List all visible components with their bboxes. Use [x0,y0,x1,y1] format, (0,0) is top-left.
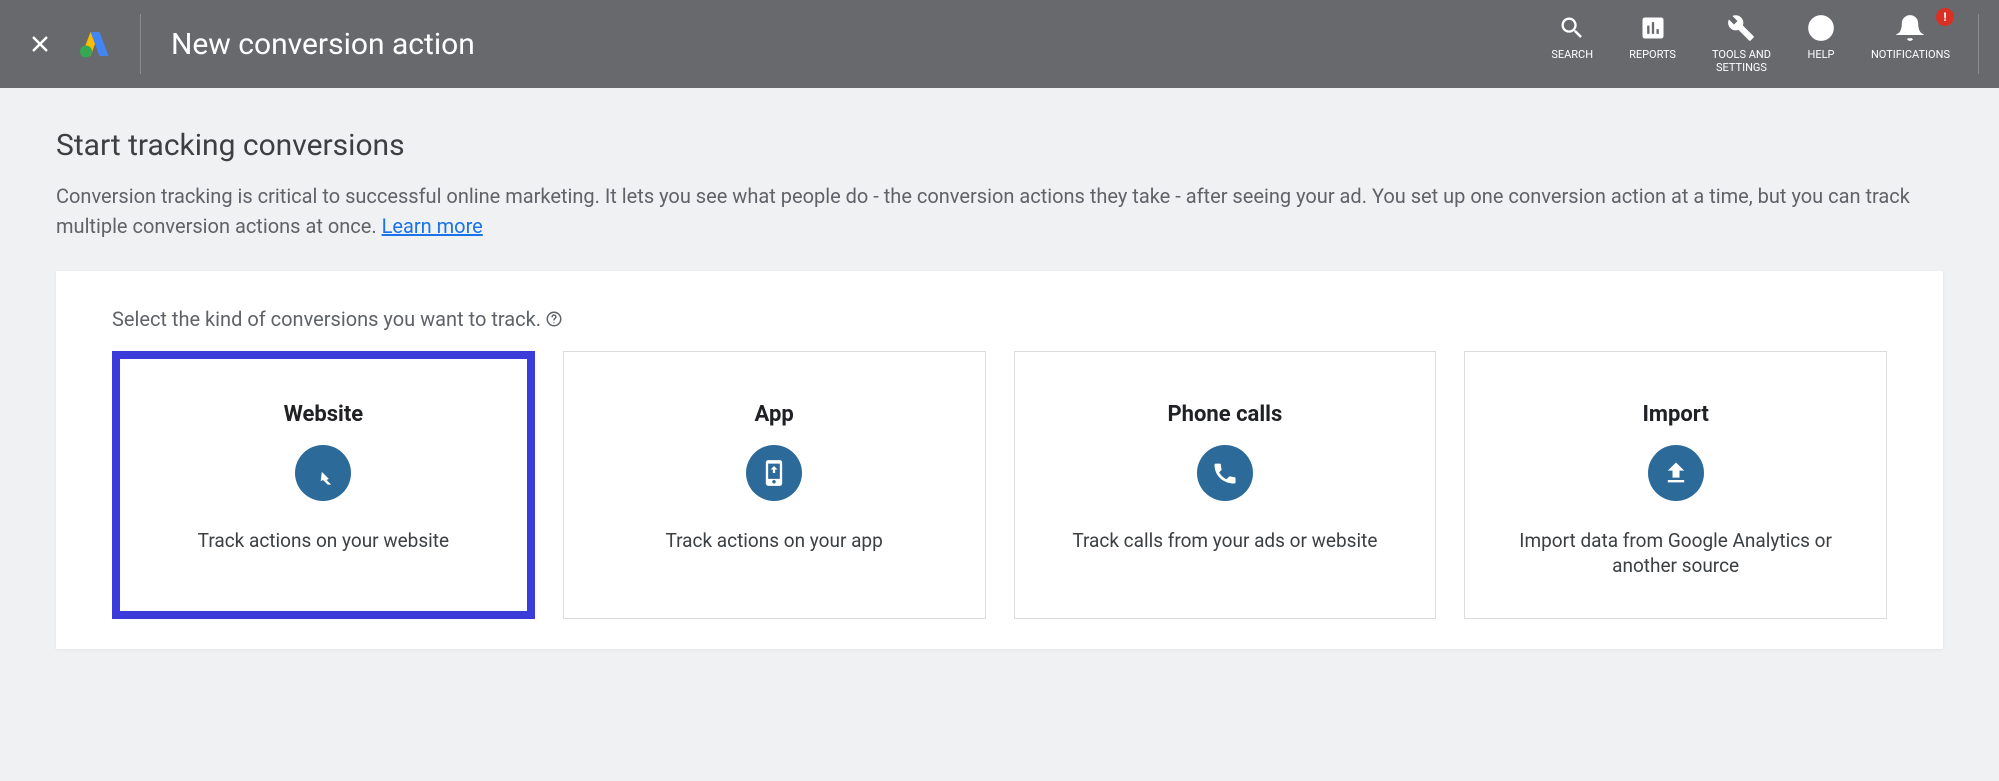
logo-icon [80,30,110,58]
upload-icon [1648,445,1704,501]
reports-icon [1639,14,1667,42]
description-text: Conversion tracking is critical to succe… [56,184,1910,238]
help-tooltip-icon[interactable] [545,310,563,328]
google-ads-logo [80,30,110,58]
tools-icon [1727,14,1755,42]
option-website[interactable]: Website Track actions on your website [112,351,535,619]
phone-icon [746,445,802,501]
option-phone-calls[interactable]: Phone calls Track calls from your ads or… [1014,351,1437,619]
card-prompt: Select the kind of conversions you want … [112,307,1887,331]
header-divider [140,14,141,74]
close-icon [28,32,52,56]
notification-badge: ! [1936,8,1954,26]
option-desc: Import data from Google Analytics or ano… [1485,529,1866,578]
app-header: New conversion action SEARCH REPORTS TOO… [0,0,1999,88]
nav-label: TOOLS AND SETTINGS [1712,48,1771,74]
option-title: Import [1642,402,1708,427]
header-nav: SEARCH REPORTS TOOLS AND SETTINGS HELP !… [1551,14,1950,74]
page-title: New conversion action [171,27,475,62]
option-app[interactable]: App Track actions on your app [563,351,986,619]
nav-label: HELP [1807,48,1834,61]
section-heading: Start tracking conversions [56,128,1943,163]
nav-tools[interactable]: TOOLS AND SETTINGS [1712,14,1771,74]
option-import[interactable]: Import Import data from Google Analytics… [1464,351,1887,619]
option-desc: Track actions on your website [198,529,449,554]
option-title: Phone calls [1167,402,1282,427]
nav-search[interactable]: SEARCH [1551,14,1593,61]
nav-help[interactable]: HELP [1807,14,1835,61]
close-button[interactable] [20,24,60,64]
section-description: Conversion tracking is critical to succe… [56,181,1943,241]
prompt-text: Select the kind of conversions you want … [112,307,541,331]
nav-reports[interactable]: REPORTS [1629,14,1676,61]
nav-label: NOTIFICATIONS [1871,48,1950,61]
cursor-click-icon [295,445,351,501]
learn-more-link[interactable]: Learn more [382,214,483,238]
option-title: App [755,402,794,427]
option-desc: Track actions on your app [665,529,882,554]
option-title: Website [284,402,364,427]
nav-label: REPORTS [1629,48,1676,61]
help-icon [1807,14,1835,42]
header-divider-right [1978,14,1979,74]
option-desc: Track calls from your ads or website [1072,529,1377,554]
nav-label: SEARCH [1551,48,1593,61]
conversion-type-card: Select the kind of conversions you want … [56,271,1943,649]
search-icon [1558,14,1586,42]
notifications-icon [1896,14,1924,42]
conversion-options: Website Track actions on your website Ap… [112,351,1887,619]
call-icon [1197,445,1253,501]
main-content: Start tracking conversions Conversion tr… [0,88,1999,649]
nav-notifications[interactable]: ! NOTIFICATIONS [1871,14,1950,61]
